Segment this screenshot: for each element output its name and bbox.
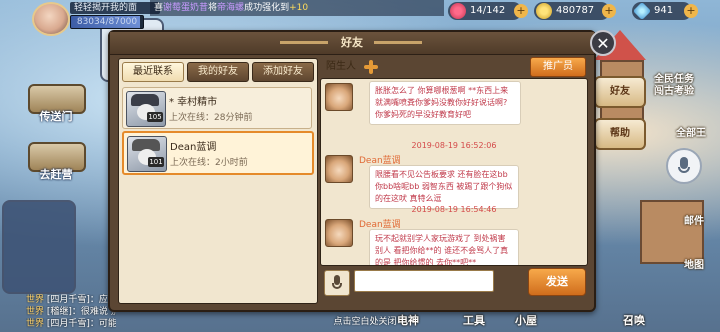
portal-label: 传送门 <box>39 110 73 123</box>
message-timestamp: 2019-08-19 16:52:06 <box>411 141 497 150</box>
broadcast-text: 将 <box>208 3 218 13</box>
heart-icon <box>450 3 466 19</box>
chat-messages[interactable]: 胀胀怎么了 你算哪根葱啊 **东西上来就满嘴喷粪你爹妈没教你好好说话啊? 你爹妈… <box>320 78 588 266</box>
bottom-tab[interactable]: 召唤 <box>620 310 648 332</box>
all-label[interactable]: 全部王 <box>676 124 706 139</box>
bg-building <box>640 200 704 264</box>
chat-target-label: 陌生人 <box>326 61 356 72</box>
gem-counter[interactable]: 941 + <box>632 1 698 21</box>
tab-recent-contacts[interactable]: 最近联系 <box>122 62 184 82</box>
voice-chat-button[interactable] <box>666 148 702 184</box>
event-label[interactable]: 闯古考验 <box>654 82 694 97</box>
promoter-button[interactable]: 推广员 <box>530 57 586 77</box>
voice-input-button[interactable] <box>324 270 350 296</box>
system-broadcast: 喜谢莓蛋奶昔将帝海螺成功强化到+10 <box>150 0 444 16</box>
tap-to-close-hint[interactable]: 点击空白处关闭 <box>310 314 420 327</box>
friend-name: * 幸村精市 <box>169 97 218 108</box>
map-label[interactable]: 地图 <box>684 256 704 271</box>
message-timestamp: 2019-08-19 16:54:46 <box>411 205 497 214</box>
friend-name: Dean蓝调 <box>170 142 217 153</box>
bottom-tab[interactable]: 小屋 <box>512 310 540 332</box>
help-button[interactable]: 帮助 <box>594 118 646 150</box>
chat-message-input[interactable] <box>354 270 494 292</box>
close-modal-button[interactable]: ✕ <box>590 30 616 56</box>
tab-add-friend[interactable]: 添加好友 <box>252 62 314 82</box>
broadcast-user: 帝海螺 <box>217 3 245 13</box>
chat-panel: 陌生人 推广员 胀胀怎么了 你算哪根葱啊 **东西上来就满嘴喷粪你爹妈没教你好好… <box>320 57 588 302</box>
exp-text: 83034/87000 <box>76 17 138 27</box>
friend-last-online: 上次在线：2小时前 <box>170 158 248 168</box>
broadcast-enhance-level: +10 <box>289 3 309 13</box>
sender-avatar <box>325 83 353 111</box>
broadcast-user: 谢莓蛋奶昔 <box>163 3 209 13</box>
bottom-tab[interactable]: 工具 <box>460 310 488 332</box>
broadcast-text: 成功强化到 <box>244 3 290 13</box>
modal-title: 好友 <box>341 36 363 49</box>
coin-value: 480787 <box>556 5 595 16</box>
chat-input-row: 发送 <box>320 268 588 300</box>
gem-value: 941 <box>654 5 674 16</box>
friends-modal: 好友 最近联系 我的好友 添加好友 105 * 幸村精市 上次在线：28分钟前 … <box>108 30 596 312</box>
coin-icon <box>536 3 552 19</box>
stamina-value: 14/142 <box>470 5 506 16</box>
add-gem-icon[interactable]: + <box>684 4 698 18</box>
chat-line: 世界 [四月千雪]：可能 <box>26 319 116 329</box>
stamina-counter[interactable]: 14/142 + <box>448 2 528 20</box>
expedition-label: 去赶营 <box>39 168 73 181</box>
chat-header: 陌生人 推广员 <box>320 57 588 77</box>
bg-character <box>2 200 76 294</box>
chat-bubble: 限腰看不见公告板要求 还有脸在这bb 你bb啥呢bb 弱智东西 被踢了跟个狗似的… <box>369 165 519 209</box>
mail-label[interactable]: 邮件 <box>684 212 704 227</box>
player-name: 轻轻揭开我的面 <box>70 2 160 14</box>
diamond-icon <box>632 1 652 21</box>
world-chat-ticker[interactable]: 世界 [四月千雪]：应 世界 [稽继]：很难说 别过了 世界 [四月千雪]：可能 <box>26 294 116 330</box>
chat-line: 世界 [四月千雪]：应 <box>26 295 108 305</box>
friend-level-badge: 101 <box>148 157 164 167</box>
coin-counter[interactable]: 480787 + <box>534 2 616 20</box>
friend-list-item[interactable]: 105 * 幸村精市 上次在线：28分钟前 <box>122 87 312 129</box>
top-hud: 轻轻揭开我的面 83034/87000 喜谢莓蛋奶昔将帝海螺成功强化到+10 1… <box>0 0 720 36</box>
exp-bar: 83034/87000 <box>70 15 144 29</box>
expedition-button[interactable]: 去赶营 <box>28 142 86 181</box>
friend-last-online: 上次在线：28分钟前 <box>169 113 253 123</box>
modal-header: 好友 <box>110 32 594 55</box>
friends-list-panel: 最近联系 我的好友 添加好友 105 * 幸村精市 上次在线：28分钟前 101… <box>118 58 318 304</box>
add-friend-plus-icon[interactable] <box>362 58 380 76</box>
chat-bubble: 胀胀怎么了 你算哪根葱啊 **东西上来就满嘴喷粪你爹妈没教你好好说话啊? 你爹妈… <box>369 81 521 125</box>
friend-list-item-selected[interactable]: 101 Dean蓝调 上次在线：2小时前 <box>122 131 314 175</box>
chat-line: 世界 [稽继]：很难说 别过了 <box>26 307 116 317</box>
tab-my-friends[interactable]: 我的好友 <box>187 62 249 82</box>
send-button[interactable]: 发送 <box>528 268 586 296</box>
chat-bubble: 玩不起就别学人家玩游戏了 到处祸害别人 看把你给**的 谁还不会骂人了真的是 把… <box>369 229 519 265</box>
add-coin-icon[interactable]: + <box>602 4 616 18</box>
portal-button[interactable]: 传送门 <box>28 84 86 123</box>
friend-level-badge: 105 <box>147 112 163 122</box>
player-avatar[interactable] <box>32 2 70 36</box>
friends-button[interactable]: 好友 <box>594 76 646 108</box>
add-stamina-icon[interactable]: + <box>514 4 528 18</box>
sender-avatar <box>325 219 353 247</box>
sender-avatar <box>325 155 353 183</box>
broadcast-prefix: 喜 <box>154 3 164 13</box>
